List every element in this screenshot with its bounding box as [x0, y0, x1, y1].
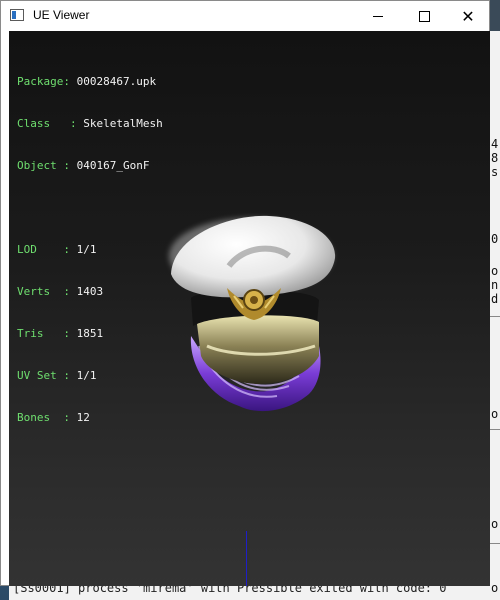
- console-divider: [490, 429, 500, 430]
- object-label: Object: [17, 159, 57, 172]
- maximize-button[interactable]: [401, 1, 447, 31]
- background-console-bottom: [Ss0001] process 'mirema' with Pressible…: [9, 586, 490, 600]
- tris-value: 1851: [76, 327, 104, 340]
- bones-label: Bones: [17, 411, 51, 424]
- object-value: 040167_GonF: [76, 159, 150, 172]
- maximize-icon: [418, 10, 430, 22]
- console-fragment: o: [491, 517, 499, 531]
- console-fragment: o: [491, 264, 499, 278]
- console-fragment: n: [491, 278, 499, 292]
- verts-value: 1403: [76, 285, 104, 298]
- 3d-viewport[interactable]: Package: 00028467.upk Class : SkeletalMe…: [9, 31, 490, 586]
- close-icon: ✕: [461, 6, 475, 26]
- lod-label: LOD: [17, 243, 37, 256]
- tris-label: Tris: [17, 327, 44, 340]
- package-value: 00028467.upk: [76, 75, 157, 88]
- skeletal-mesh-model: [169, 215, 336, 412]
- ue-viewer-window: UE Viewer ✕ Package: 00028467.upk Class …: [0, 0, 490, 586]
- console-fragment: 8: [491, 151, 499, 165]
- console-divider: [490, 316, 500, 317]
- window-title: UE Viewer: [33, 8, 90, 22]
- uvset-label: UV Set: [17, 369, 57, 382]
- console-bottom-line: [Ss0001] process 'mirema' with Pressible…: [13, 586, 447, 595]
- lod-value: 1/1: [76, 243, 97, 256]
- title-bar[interactable]: UE Viewer ✕: [1, 1, 489, 31]
- console-fragment: d: [491, 292, 499, 306]
- background-console-right: 4 8 s 0 o n d o o o: [490, 31, 500, 600]
- class-label: Class: [17, 117, 51, 130]
- console-divider: [490, 543, 500, 544]
- console-fragment: 0: [491, 232, 499, 246]
- axis-indicator: [246, 531, 247, 586]
- mesh-info-overlay: Package: 00028467.upk Class : SkeletalMe…: [17, 75, 163, 424]
- minimize-button[interactable]: [355, 1, 401, 31]
- console-fragment: s: [491, 165, 499, 179]
- close-button[interactable]: ✕: [445, 1, 491, 31]
- bones-value: 12: [76, 411, 90, 424]
- uvset-value: 1/1: [76, 369, 97, 382]
- console-fragment: 4: [491, 137, 499, 151]
- verts-label: Verts: [17, 285, 51, 298]
- app-icon: [10, 9, 24, 21]
- class-value: SkeletalMesh: [83, 117, 163, 130]
- console-fragment: o: [491, 581, 499, 595]
- package-label: Package: [17, 75, 64, 88]
- minimize-icon: [373, 15, 383, 17]
- console-fragment: o: [491, 407, 499, 421]
